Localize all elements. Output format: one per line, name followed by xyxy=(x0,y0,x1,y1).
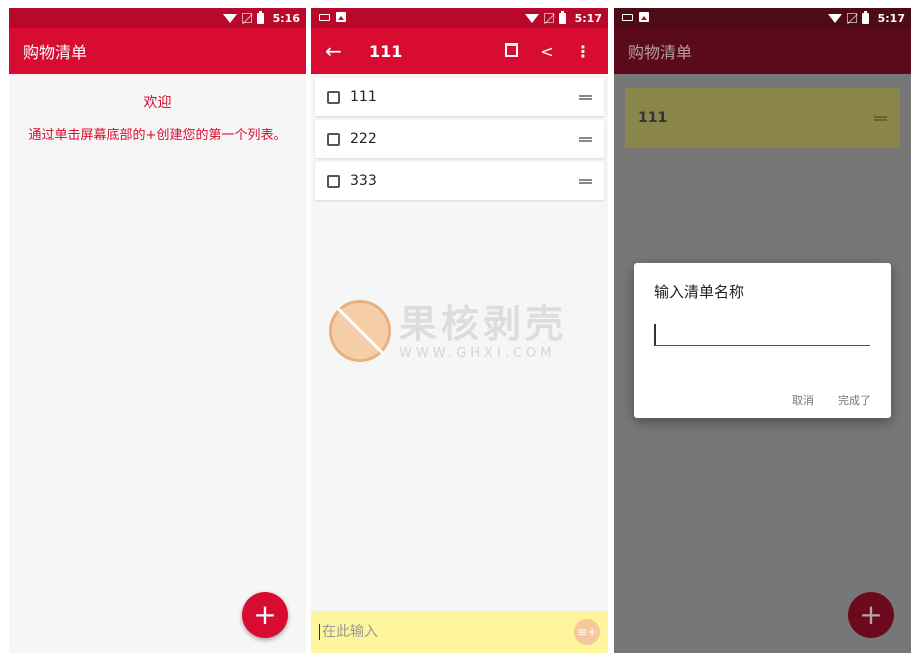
app-bar: 购物清单 xyxy=(9,28,306,74)
dialog-title: 输入清单名称 xyxy=(654,283,745,301)
item-input-bar: ≡+ xyxy=(311,611,608,653)
wifi-icon xyxy=(222,13,237,23)
screen-new-list-dialog: 5:17 购物清单 111 + 输入清单名称 取消 完成了 xyxy=(614,8,911,653)
add-item-icon[interactable]: ≡+ xyxy=(574,619,600,645)
no-signal-icon xyxy=(846,13,857,23)
list-card-label: 111 xyxy=(638,110,668,126)
list-item[interactable]: 111 xyxy=(315,78,604,116)
watermark-text-cn: 果核剥壳 xyxy=(399,301,568,346)
status-time: 5:16 xyxy=(272,11,300,25)
list-title: 111 xyxy=(369,41,403,61)
list-card: 111 xyxy=(625,88,900,148)
item-checkbox[interactable] xyxy=(327,90,340,104)
drag-handle-icon[interactable] xyxy=(579,94,592,100)
status-bar: 5:17 xyxy=(311,8,608,28)
drag-handle-icon xyxy=(874,115,887,121)
add-list-button: + xyxy=(848,592,894,638)
status-time: 5:17 xyxy=(877,11,905,25)
item-input[interactable] xyxy=(319,624,574,640)
watermark-logo-icon xyxy=(329,300,391,362)
no-signal-icon xyxy=(241,13,252,23)
item-label: 111 xyxy=(350,89,377,105)
status-time: 5:17 xyxy=(574,11,602,25)
wifi-icon xyxy=(524,13,539,23)
welcome-title: 欢迎 xyxy=(143,95,172,111)
battery-icon xyxy=(256,10,264,24)
battery-icon xyxy=(861,10,869,24)
keyboard-icon xyxy=(319,14,330,21)
screen-list-detail: 5:17 ← 111 < ⋮ 111 222 333 果核剥壳 WWW.GHXI… xyxy=(311,8,608,653)
done-button[interactable]: 完成了 xyxy=(838,392,871,408)
item-label: 222 xyxy=(350,131,377,147)
no-signal-icon xyxy=(543,13,554,23)
item-label: 333 xyxy=(350,173,377,189)
app-bar: ← 111 < ⋮ xyxy=(311,28,608,74)
watermark: 果核剥壳 WWW.GHXI.COM xyxy=(329,300,567,362)
new-list-dialog: 输入清单名称 取消 完成了 xyxy=(634,263,891,418)
list-item[interactable]: 333 xyxy=(315,162,604,200)
item-checkbox[interactable] xyxy=(327,174,340,188)
list-name-input[interactable] xyxy=(654,324,870,346)
app-title: 购物清单 xyxy=(628,43,693,62)
share-icon[interactable]: < xyxy=(536,42,558,61)
app-title: 购物清单 xyxy=(23,43,88,62)
list-item[interactable]: 222 xyxy=(315,120,604,158)
drag-handle-icon[interactable] xyxy=(579,178,592,184)
add-list-button[interactable]: + xyxy=(242,592,288,638)
clear-list-icon[interactable] xyxy=(500,42,522,61)
keyboard-icon xyxy=(622,14,633,21)
more-options-icon[interactable]: ⋮ xyxy=(572,42,594,61)
cancel-button[interactable]: 取消 xyxy=(792,392,814,408)
back-arrow-icon[interactable]: ← xyxy=(325,39,349,63)
screen-welcome: 5:16 购物清单 欢迎 通过单击屏幕底部的+创建您的第一个列表。 + xyxy=(9,8,306,653)
status-bar: 5:17 xyxy=(614,8,911,28)
item-checkbox[interactable] xyxy=(327,132,340,146)
drag-handle-icon[interactable] xyxy=(579,136,592,142)
app-bar: 购物清单 xyxy=(614,28,911,74)
status-bar: 5:16 xyxy=(9,8,306,28)
image-icon xyxy=(639,12,649,22)
welcome-hint: 通过单击屏幕底部的+创建您的第一个列表。 xyxy=(28,128,287,143)
watermark-text-en: WWW.GHXI.COM xyxy=(399,345,556,361)
image-icon xyxy=(336,12,346,22)
battery-icon xyxy=(558,10,566,24)
wifi-icon xyxy=(827,13,842,23)
